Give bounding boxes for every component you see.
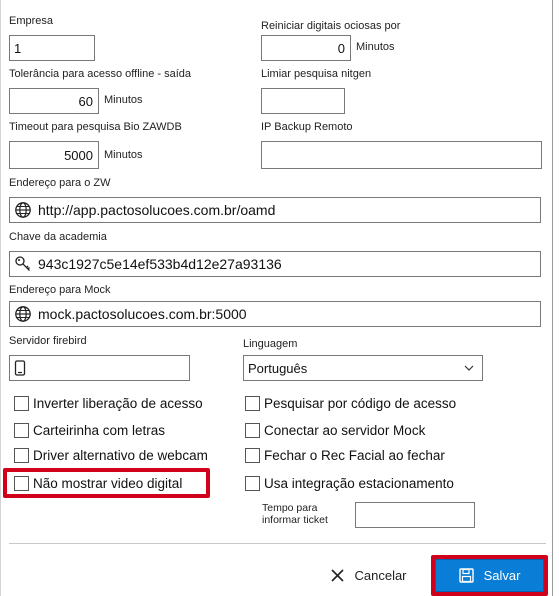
tolerancia-label: Tolerância para acesso offline - saída — [9, 68, 192, 80]
checkbox-label: Carteirinha com letras — [33, 422, 166, 438]
endereco-zw-value: http://app.pactosolucoes.com.br/oamd — [38, 202, 276, 218]
linguagem-select[interactable]: Português — [243, 355, 483, 381]
checkbox-box[interactable] — [14, 447, 29, 463]
endereco-zw-input[interactable]: http://app.pactosolucoes.com.br/oamd — [9, 197, 541, 223]
checkbox-driver-webcam[interactable]: Driver alternativo de webcam — [14, 446, 208, 464]
checkbox-box[interactable] — [245, 422, 260, 438]
key-icon — [10, 252, 36, 276]
checkbox-box[interactable] — [245, 475, 260, 491]
cancel-button[interactable]: Cancelar — [313, 558, 425, 592]
checkbox-conectar-mock[interactable]: Conectar ao servidor Mock — [245, 421, 425, 439]
empresa-label: Empresa — [9, 15, 54, 27]
phone-icon — [14, 360, 26, 376]
chave-value: 943c1927c5e14ef533b4d12e27a93136 — [38, 256, 282, 272]
close-icon — [331, 568, 345, 582]
checkbox-label: Driver alternativo de webcam — [33, 447, 208, 463]
globe-icon — [10, 198, 36, 222]
endereco-mock-input[interactable]: mock.pactosolucoes.com.br:5000 — [9, 301, 541, 327]
checkbox-label: Usa integração estacionamento — [264, 475, 454, 491]
floppy-disk-icon — [458, 568, 474, 583]
limiar-label: Limiar pesquisa nitgen — [261, 68, 372, 80]
servidor-input[interactable] — [9, 355, 190, 381]
save-label: Salvar — [483, 568, 521, 583]
endereco-zw-label: Endereço para o ZW — [9, 177, 111, 189]
cancel-label: Cancelar — [354, 567, 407, 583]
chevron-down-icon — [464, 365, 482, 371]
timeout-input[interactable]: 5000 — [9, 141, 99, 169]
checkbox-integracao-estacionamento[interactable]: Usa integração estacionamento — [245, 474, 454, 492]
checkbox-label: Inverter liberação de acesso — [33, 395, 203, 411]
linguagem-label: Linguagem — [243, 338, 298, 350]
ip-backup-label: IP Backup Remoto — [261, 121, 353, 133]
globe-icon — [10, 302, 36, 326]
endereco-mock-label: Endereço para Mock — [9, 284, 111, 296]
checkbox-box[interactable] — [14, 422, 29, 438]
checkbox-box[interactable] — [245, 395, 260, 411]
save-button[interactable]: Salvar — [435, 559, 544, 592]
checkbox-box[interactable] — [245, 447, 260, 463]
checkbox-inverter-liberacao[interactable]: Inverter liberação de acesso — [14, 394, 203, 412]
checkbox-box[interactable] — [14, 395, 29, 411]
checkbox-pesquisar-codigo[interactable]: Pesquisar por código de acesso — [245, 394, 456, 412]
highlight-box — [3, 468, 210, 498]
empresa-input[interactable]: 1 — [9, 35, 95, 61]
reiniciar-input[interactable]: 0 — [261, 35, 351, 61]
linguagem-value: Português — [248, 360, 308, 376]
reiniciar-label: Reiniciar digitais ociosas por — [261, 20, 401, 32]
footer-divider — [9, 543, 546, 544]
chave-label: Chave da academia — [9, 231, 107, 243]
tempo-input[interactable] — [355, 502, 475, 528]
tolerancia-input[interactable]: 60 — [9, 88, 99, 114]
servidor-label: Servidor firebird — [9, 335, 87, 347]
checkbox-carteirinha-letras[interactable]: Carteirinha com letras — [14, 421, 165, 439]
timeout-unit: Minutos — [104, 149, 143, 161]
tolerancia-unit: Minutos — [104, 94, 143, 106]
ip-backup-input[interactable] — [261, 141, 542, 169]
reiniciar-unit: Minutos — [356, 41, 395, 53]
checkbox-label: Pesquisar por código de acesso — [264, 395, 457, 411]
checkbox-label: Fechar o Rec Facial ao fechar — [264, 447, 445, 463]
limiar-input[interactable] — [261, 88, 345, 114]
tempo-label: Tempo para informar ticket — [262, 502, 328, 526]
endereco-mock-value: mock.pactosolucoes.com.br:5000 — [38, 306, 247, 322]
timeout-label: Timeout para pesquisa Bio ZAWDB — [9, 121, 182, 133]
settings-panel: Empresa 1 Reiniciar digitais ociosas por… — [0, 0, 553, 596]
chave-input[interactable]: 943c1927c5e14ef533b4d12e27a93136 — [9, 251, 541, 277]
checkbox-label: Conectar ao servidor Mock — [264, 422, 426, 438]
checkbox-fechar-rec-facial[interactable]: Fechar o Rec Facial ao fechar — [245, 446, 445, 464]
